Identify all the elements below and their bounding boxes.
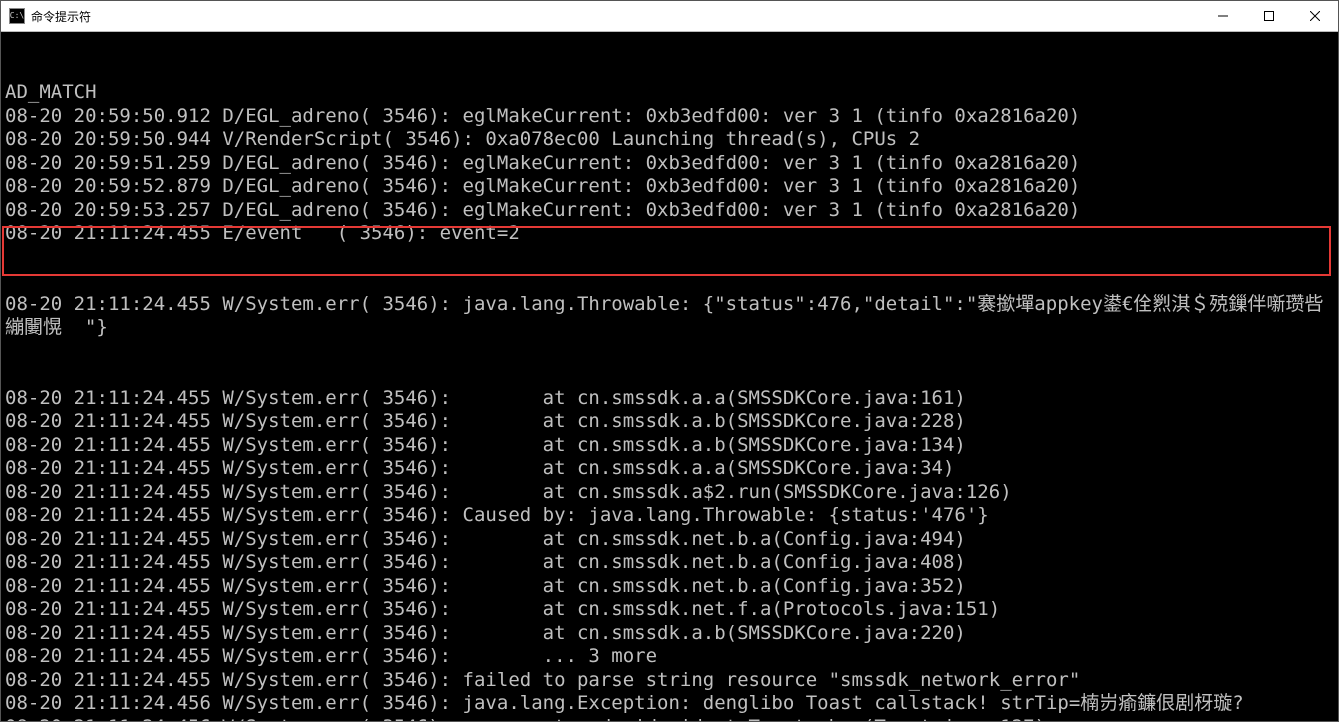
log-line: 08-20 21:11:24.455 W/System.err( 3546): …: [5, 410, 1334, 434]
log-line: 08-20 21:11:24.456 W/System.err( 3546): …: [5, 692, 1334, 716]
log-line: 08-20 21:11:24.455 W/System.err( 3546): …: [5, 669, 1334, 693]
log-line: 08-20 21:11:24.456 W/System.err( 3546): …: [5, 716, 1334, 722]
highlighted-log-line: 08-20 21:11:24.455 W/System.err( 3546): …: [5, 293, 1334, 340]
log-line: 08-20 21:11:24.455 W/System.err( 3546): …: [5, 551, 1334, 575]
window-controls: [1200, 1, 1338, 31]
cmd-icon: C:\: [9, 8, 25, 24]
log-line: 08-20 21:11:24.455 W/System.err( 3546): …: [5, 645, 1334, 669]
log-line: 08-20 21:11:24.455 W/System.err( 3546): …: [5, 457, 1334, 481]
close-button[interactable]: [1292, 1, 1338, 31]
log-line: 08-20 21:11:24.455 W/System.err( 3546): …: [5, 434, 1334, 458]
terminal-output[interactable]: AD_MATCH08-20 20:59:50.912 D/EGL_adreno(…: [1, 32, 1338, 721]
titlebar[interactable]: C:\ 命令提示符: [1, 1, 1338, 32]
log-line: 08-20 21:11:24.455 W/System.err( 3546): …: [5, 504, 1334, 528]
window-title: 命令提示符: [31, 8, 1200, 25]
log-line: 08-20 21:11:24.455 W/System.err( 3546): …: [5, 387, 1334, 411]
log-line: 08-20 20:59:51.259 D/EGL_adreno( 3546): …: [5, 152, 1334, 176]
log-line: AD_MATCH: [5, 81, 1334, 105]
cmd-window: C:\ 命令提示符 AD_MATCH08-20 20:59:50.912 D/E…: [0, 0, 1339, 722]
log-line: 08-20 21:11:24.455 W/System.err( 3546): …: [5, 575, 1334, 599]
log-line: 08-20 20:59:50.912 D/EGL_adreno( 3546): …: [5, 105, 1334, 129]
log-line: 08-20 21:11:24.455 W/System.err( 3546): …: [5, 528, 1334, 552]
log-line: 08-20 20:59:52.879 D/EGL_adreno( 3546): …: [5, 175, 1334, 199]
log-line: 08-20 21:11:24.455 W/System.err( 3546): …: [5, 622, 1334, 646]
log-line: 08-20 20:59:53.257 D/EGL_adreno( 3546): …: [5, 199, 1334, 223]
log-line: 08-20 20:59:50.944 V/RenderScript( 3546)…: [5, 128, 1334, 152]
log-line: 08-20 21:11:24.455 W/System.err( 3546): …: [5, 598, 1334, 622]
log-line: 08-20 21:11:24.455 E/event ( 3546): even…: [5, 222, 1334, 246]
minimize-button[interactable]: [1200, 1, 1246, 31]
log-line: 08-20 21:11:24.455 W/System.err( 3546): …: [5, 481, 1334, 505]
maximize-button[interactable]: [1246, 1, 1292, 31]
